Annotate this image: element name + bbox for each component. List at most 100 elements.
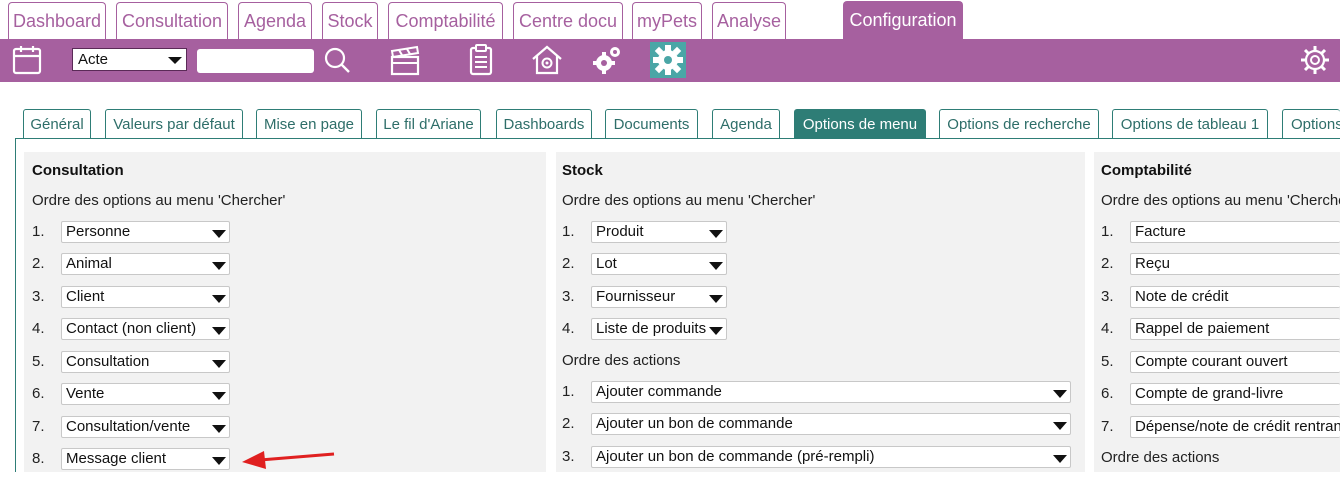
consultation-search-order-label: Ordre des options au menu 'Chercher' — [32, 192, 286, 209]
panel-border — [15, 138, 16, 472]
tab-options-de-recherche[interactable]: Options de recherche — [939, 109, 1099, 138]
comptabilite-option-select[interactable]: Compte de grand-livre — [1130, 383, 1340, 405]
tab-options-de-tableau-1[interactable]: Options de tableau 1 — [1112, 109, 1268, 138]
tab-agenda[interactable]: Agenda — [238, 2, 312, 39]
tab-centre-docu[interactable]: Centre docu — [513, 2, 623, 39]
chevron-down-icon — [709, 230, 723, 238]
comptabilite-option-select[interactable]: Dépense/note de crédit rentrante — [1130, 416, 1340, 438]
tab-dashboards[interactable]: Dashboards — [496, 109, 592, 138]
row-number: 6. — [1101, 385, 1114, 402]
tab-divider — [15, 138, 1340, 139]
stock-option-select[interactable]: Fournisseur — [591, 286, 727, 308]
select-value: Vente — [66, 385, 105, 402]
row-number: 7. — [1101, 418, 1114, 435]
stock-search-order-label: Ordre des options au menu 'Chercher' — [562, 192, 816, 209]
comptabilite-option-select[interactable]: Rappel de paiement — [1130, 318, 1340, 340]
stock-option-select[interactable]: Produit — [591, 221, 727, 243]
comptabilite-search-order-label: Ordre des options au menu 'Chercher' — [1101, 192, 1340, 209]
tab-valeurs-par-defaut[interactable]: Valeurs par défaut — [105, 109, 243, 138]
row-number: 5. — [1101, 353, 1114, 370]
consultation-title: Consultation — [32, 162, 124, 179]
select-value: Dépense/note de crédit rentrante — [1135, 418, 1340, 435]
consultation-option-select[interactable]: Consultation/vente — [61, 416, 230, 438]
consultation-option-select[interactable]: Message client — [61, 448, 230, 470]
select-value: Contact (non client) — [66, 320, 197, 337]
consultation-option-select[interactable]: Animal — [61, 253, 230, 275]
tab-mypets[interactable]: myPets — [632, 2, 702, 39]
tab-stock[interactable]: Stock — [322, 2, 378, 39]
select-value: Ajouter un bon de commande — [596, 415, 793, 432]
chevron-down-icon — [212, 392, 226, 400]
row-number: 2. — [562, 415, 575, 432]
clapperboard-icon[interactable] — [388, 43, 422, 77]
stock-title: Stock — [562, 162, 603, 179]
home-gear-icon[interactable] — [530, 43, 564, 77]
chevron-down-icon — [212, 360, 226, 368]
tab-fil-ariane[interactable]: Le fil d'Ariane — [376, 109, 481, 138]
comptabilite-option-select[interactable]: Reçu — [1130, 253, 1340, 275]
gear-icon[interactable] — [650, 42, 686, 78]
consultation-option-select[interactable]: Personne — [61, 221, 230, 243]
stock-actions-label: Ordre des actions — [562, 352, 681, 369]
select-value: Compte courant ouvert — [1135, 353, 1288, 370]
search-type-select[interactable]: Acte — [72, 48, 187, 71]
consultation-option-select[interactable]: Consultation — [61, 351, 230, 373]
tab-general[interactable]: Général — [23, 109, 91, 138]
chevron-down-icon — [1053, 390, 1067, 398]
tab-consultation[interactable]: Consultation — [116, 2, 228, 39]
select-value: Note de crédit — [1135, 288, 1229, 305]
row-number: 1. — [562, 383, 575, 400]
chevron-down-icon — [212, 327, 226, 335]
row-number: 4. — [32, 320, 45, 337]
tab-agenda-settings[interactable]: Agenda — [712, 109, 780, 138]
select-value: Fournisseur — [596, 288, 676, 305]
tab-comptabilite[interactable]: Comptabilité — [388, 2, 503, 39]
calendar-icon[interactable] — [10, 43, 44, 77]
row-number: 5. — [32, 353, 45, 370]
select-value: Message client — [66, 450, 167, 467]
row-number: 8. — [32, 450, 45, 467]
select-value: Client — [66, 288, 105, 305]
select-value: Consultation — [66, 353, 150, 370]
row-number: 2. — [32, 255, 45, 272]
tab-documents[interactable]: Documents — [605, 109, 698, 138]
select-value: Facture — [1135, 223, 1186, 240]
select-value: Liste de produits — [596, 320, 707, 337]
select-value: Animal — [66, 255, 112, 272]
tab-options[interactable]: Options — [1282, 109, 1340, 138]
stock-option-select[interactable]: Lot — [591, 253, 727, 275]
annotation-arrow-icon — [240, 448, 336, 472]
row-number: 1. — [1101, 223, 1114, 240]
stock-option-select[interactable]: Liste de produits — [591, 318, 727, 340]
consultation-option-select[interactable]: Client — [61, 286, 230, 308]
stock-action-select[interactable]: Ajouter un bon de commande — [591, 413, 1071, 435]
tab-options-de-menu[interactable]: Options de menu — [794, 109, 926, 138]
consultation-option-select[interactable]: Contact (non client) — [61, 318, 230, 340]
chevron-down-icon — [709, 262, 723, 270]
tab-configuration[interactable]: Configuration — [843, 1, 963, 40]
top-tab-bar: Dashboard Consultation Agenda Stock Comp… — [0, 0, 1340, 40]
row-number: 4. — [562, 320, 575, 337]
stock-action-select[interactable]: Ajouter un bon de commande (pré-rempli) — [591, 446, 1071, 468]
consultation-option-select[interactable]: Vente — [61, 383, 230, 405]
gears-icon[interactable] — [590, 43, 624, 77]
stock-action-select[interactable]: Ajouter commande — [591, 381, 1071, 403]
select-value: Ajouter un bon de commande (pré-rempli) — [596, 448, 875, 465]
row-number: 1. — [562, 223, 575, 240]
chevron-down-icon — [168, 57, 182, 64]
comptabilite-option-select[interactable]: Compte courant ouvert — [1130, 351, 1340, 373]
settings-gear-icon[interactable] — [1298, 43, 1332, 77]
clipboard-icon[interactable] — [464, 43, 498, 77]
row-number: 3. — [32, 288, 45, 305]
tab-dashboard[interactable]: Dashboard — [8, 2, 106, 39]
tab-mise-en-page[interactable]: Mise en page — [256, 109, 362, 138]
search-icon[interactable] — [318, 44, 356, 76]
select-value: Reçu — [1135, 255, 1171, 272]
tab-analyse[interactable]: Analyse — [712, 2, 786, 39]
comptabilite-option-select[interactable]: Note de crédit — [1130, 286, 1340, 308]
comptabilite-actions-label: Ordre des actions — [1101, 449, 1220, 466]
row-number: 3. — [1101, 288, 1114, 305]
search-input[interactable] — [197, 49, 314, 73]
comptabilite-option-select[interactable]: Facture — [1130, 221, 1340, 243]
select-value: Lot — [596, 255, 617, 272]
